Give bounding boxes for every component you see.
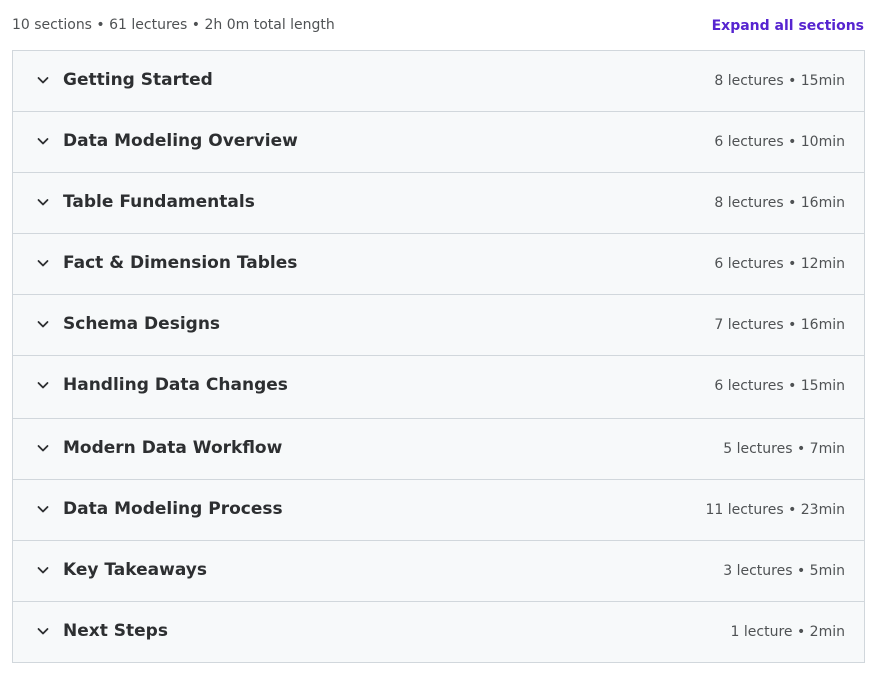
section-lecture-count: 6 lectures • 12min — [714, 256, 845, 272]
section-row-data-modeling-overview[interactable]: Data Modeling Overview 6 lectures • 10mi… — [12, 112, 865, 173]
section-row-next-steps[interactable]: Next Steps 1 lecture • 2min — [12, 602, 865, 663]
chevron-down-icon — [37, 199, 49, 206]
chevron-down-icon — [37, 138, 49, 145]
section-lecture-count: 11 lectures • 23min — [705, 502, 845, 518]
section-lecture-count: 5 lectures • 7min — [723, 441, 845, 457]
curriculum-header: 10 sections • 61 lectures • 2h 0m total … — [0, 0, 875, 50]
section-row-schema-designs[interactable]: Schema Designs 7 lectures • 16min — [12, 295, 865, 356]
section-title: Handling Data Changes — [63, 375, 288, 395]
section-title: Getting Started — [63, 70, 213, 90]
section-row-modern-data-workflow[interactable]: Modern Data Workflow 5 lectures • 7min — [12, 419, 865, 480]
chevron-down-icon — [37, 628, 49, 635]
section-row-table-fundamentals[interactable]: Table Fundamentals 8 lectures • 16min — [12, 173, 865, 234]
section-row-getting-started[interactable]: Getting Started 8 lectures • 15min — [12, 51, 865, 112]
chevron-down-icon — [37, 321, 49, 328]
section-row-data-modeling-process[interactable]: Data Modeling Process 11 lectures • 23mi… — [12, 480, 865, 541]
section-lecture-count: 6 lectures • 10min — [714, 134, 845, 150]
section-lecture-count: 8 lectures • 16min — [714, 195, 845, 211]
chevron-down-icon — [37, 382, 49, 389]
chevron-down-icon — [37, 567, 49, 574]
section-title: Data Modeling Process — [63, 499, 283, 519]
section-row-handling-data-changes[interactable]: Handling Data Changes 6 lectures • 15min — [12, 356, 865, 419]
section-title: Fact & Dimension Tables — [63, 253, 298, 273]
section-lecture-count: 3 lectures • 5min — [723, 563, 845, 579]
section-title: Modern Data Workflow — [63, 438, 283, 458]
section-row-fact-dimension-tables[interactable]: Fact & Dimension Tables 6 lectures • 12m… — [12, 234, 865, 295]
course-summary: 10 sections • 61 lectures • 2h 0m total … — [12, 17, 335, 33]
section-title: Table Fundamentals — [63, 192, 255, 212]
section-title: Next Steps — [63, 621, 168, 641]
curriculum-section-list: Getting Started 8 lectures • 15min Data … — [12, 50, 865, 663]
section-title: Data Modeling Overview — [63, 131, 298, 151]
section-lecture-count: 7 lectures • 16min — [714, 317, 845, 333]
section-lecture-count: 8 lectures • 15min — [714, 73, 845, 89]
chevron-down-icon — [37, 506, 49, 513]
chevron-down-icon — [37, 445, 49, 452]
chevron-down-icon — [37, 260, 49, 267]
section-lecture-count: 1 lecture • 2min — [730, 624, 845, 640]
section-row-key-takeaways[interactable]: Key Takeaways 3 lectures • 5min — [12, 541, 865, 602]
expand-all-sections-button[interactable]: Expand all sections — [712, 18, 864, 34]
section-title: Schema Designs — [63, 314, 221, 334]
section-title: Key Takeaways — [63, 560, 207, 580]
section-lecture-count: 6 lectures • 15min — [714, 378, 845, 394]
chevron-down-icon — [37, 77, 49, 84]
